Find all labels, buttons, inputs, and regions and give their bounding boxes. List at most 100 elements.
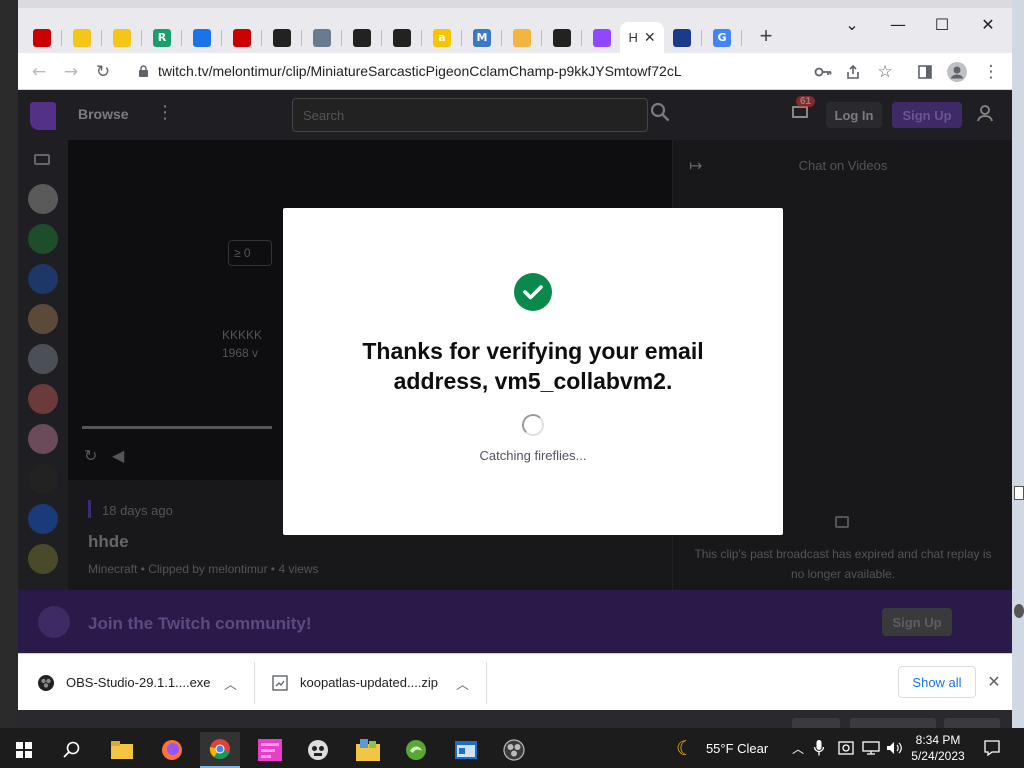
- reload-button[interactable]: ↻: [90, 59, 116, 85]
- channel-avatar[interactable]: [28, 464, 58, 494]
- dolphin-emulator-icon[interactable]: [396, 732, 436, 768]
- banana-icon: [113, 28, 131, 47]
- more-menu-icon[interactable]: ⋮: [156, 102, 174, 123]
- chrome-taskbar-icon[interactable]: [200, 732, 240, 768]
- join-banner-text: Join the Twitch community!: [88, 614, 312, 633]
- address-bar[interactable]: twitch.tv/melontimur/clip/MiniatureSarca…: [130, 56, 810, 86]
- dolphin-icon: [313, 28, 331, 47]
- moon-icon: ☾: [676, 737, 694, 760]
- desktop-window-fragment: [1014, 486, 1024, 500]
- pink-app-icon[interactable]: [250, 732, 290, 768]
- weather-widget[interactable]: ☾ 55°F Clear: [676, 728, 768, 768]
- search-icon[interactable]: [650, 102, 670, 127]
- browser-tab[interactable]: G: [702, 22, 742, 53]
- channel-avatar[interactable]: [28, 264, 58, 294]
- key-icon[interactable]: [810, 59, 836, 85]
- browser-tab[interactable]: H ✕: [620, 22, 664, 53]
- channel-avatar[interactable]: [28, 184, 58, 214]
- channel-avatar[interactable]: [28, 504, 58, 534]
- browser-tab[interactable]: [542, 22, 582, 53]
- channel-avatar[interactable]: [28, 384, 58, 414]
- bookmark-star-icon[interactable]: ☆: [872, 59, 898, 85]
- browser-tab[interactable]: [22, 22, 62, 53]
- chat-header: Chat on Videos: [798, 158, 888, 173]
- browser-tab[interactable]: a: [422, 22, 462, 53]
- browse-link[interactable]: Browse: [78, 106, 129, 122]
- profile-avatar-icon[interactable]: [944, 59, 970, 85]
- browser-tab[interactable]: [222, 22, 262, 53]
- show-all-downloads-button[interactable]: Show all: [898, 666, 976, 698]
- browser-tab[interactable]: [582, 22, 622, 53]
- browser-tab[interactable]: [182, 22, 222, 53]
- menu-kebab-icon[interactable]: ⋮: [978, 59, 1004, 85]
- network-icon[interactable]: [862, 728, 880, 768]
- browser-tab[interactable]: [382, 22, 422, 53]
- player-overlay-line: 1968 v: [222, 346, 259, 360]
- channel-avatar[interactable]: [28, 544, 58, 574]
- browser-tab[interactable]: M: [462, 22, 502, 53]
- new-tab-button[interactable]: +: [754, 23, 778, 48]
- security-icon[interactable]: [838, 728, 854, 768]
- clip-title: hhde: [88, 532, 129, 551]
- minimize-button[interactable]: —: [884, 12, 912, 36]
- skull-app-icon[interactable]: [298, 732, 338, 768]
- tools-app-icon[interactable]: [348, 732, 388, 768]
- file-explorer-icon[interactable]: [102, 732, 142, 768]
- browser-tab[interactable]: [102, 22, 142, 53]
- volume-tray-icon[interactable]: [886, 728, 902, 768]
- chevron-up-icon[interactable]: ︿: [456, 674, 469, 693]
- download-item[interactable]: OBS-Studio-29.1.1....exe: [38, 654, 248, 711]
- inbox-icon[interactable]: [792, 106, 808, 118]
- window-top-strip: [18, 0, 1012, 8]
- url-text: twitch.tv/melontimur/clip/MiniatureSarca…: [158, 63, 682, 79]
- replay-icon[interactable]: ↻: [84, 446, 97, 466]
- download-item[interactable]: koopatlas-updated....zip: [272, 654, 472, 711]
- side-panel-icon[interactable]: [912, 59, 938, 85]
- forward-button[interactable]: →: [58, 59, 84, 85]
- obs-taskbar-icon[interactable]: [494, 732, 534, 768]
- user-icon[interactable]: [976, 104, 994, 127]
- close-shelf-icon[interactable]: ✕: [984, 672, 1004, 692]
- taskbar-clock[interactable]: 8:34 PM 5/24/2023: [908, 732, 968, 764]
- tab-search-chevron-icon[interactable]: ⌄: [838, 12, 866, 36]
- share-icon[interactable]: [840, 59, 866, 85]
- channel-avatar[interactable]: [28, 224, 58, 254]
- start-button[interactable]: [4, 732, 44, 768]
- chevron-up-icon[interactable]: ︿: [224, 674, 237, 693]
- google-icon: G: [713, 28, 731, 47]
- mega-icon: [233, 28, 251, 47]
- browser-tab[interactable]: [662, 22, 702, 53]
- back-button[interactable]: ←: [26, 59, 52, 85]
- window-app-icon[interactable]: [446, 732, 486, 768]
- browser-tab[interactable]: [502, 22, 542, 53]
- browser-tab[interactable]: [62, 22, 102, 53]
- banner-signup-button[interactable]: Sign Up: [882, 608, 952, 636]
- firefox-icon[interactable]: [152, 732, 192, 768]
- twitch-search-input[interactable]: Search: [292, 98, 648, 132]
- browser-tab[interactable]: [342, 22, 382, 53]
- browser-tab[interactable]: R: [142, 22, 182, 53]
- r-icon: R: [153, 28, 171, 47]
- tray-chevron-up-icon[interactable]: ︿: [792, 728, 804, 768]
- channel-avatar[interactable]: [28, 424, 58, 454]
- close-tab-icon[interactable]: ✕: [644, 29, 656, 46]
- chat-expired-message: This clip's past broadcast has expired a…: [694, 547, 992, 581]
- microphone-icon[interactable]: [814, 728, 824, 768]
- browser-tab[interactable]: [262, 22, 302, 53]
- volume-icon[interactable]: ◀: [112, 446, 124, 466]
- player-overlay-line: KKKKK: [222, 328, 263, 342]
- channel-avatar[interactable]: [28, 304, 58, 334]
- chrome-window: Ra M H ✕ G + ⌄ — ☐ ✕ ← → ↻ twitch.tv/melonti…: [18, 0, 1012, 728]
- browser-tab[interactable]: [302, 22, 342, 53]
- seek-bar[interactable]: [82, 426, 272, 429]
- twitch-logo-icon[interactable]: [30, 102, 56, 130]
- notification-center-icon[interactable]: [984, 728, 1000, 768]
- channel-avatar[interactable]: [28, 344, 58, 374]
- search-taskbar-icon[interactable]: [52, 732, 92, 768]
- signup-button[interactable]: Sign Up: [892, 102, 962, 128]
- close-window-button[interactable]: ✕: [974, 12, 1002, 36]
- github-icon: [393, 28, 411, 47]
- fragment-button: [944, 718, 1000, 728]
- maximize-button[interactable]: ☐: [928, 12, 956, 36]
- login-button[interactable]: Log In: [826, 102, 882, 128]
